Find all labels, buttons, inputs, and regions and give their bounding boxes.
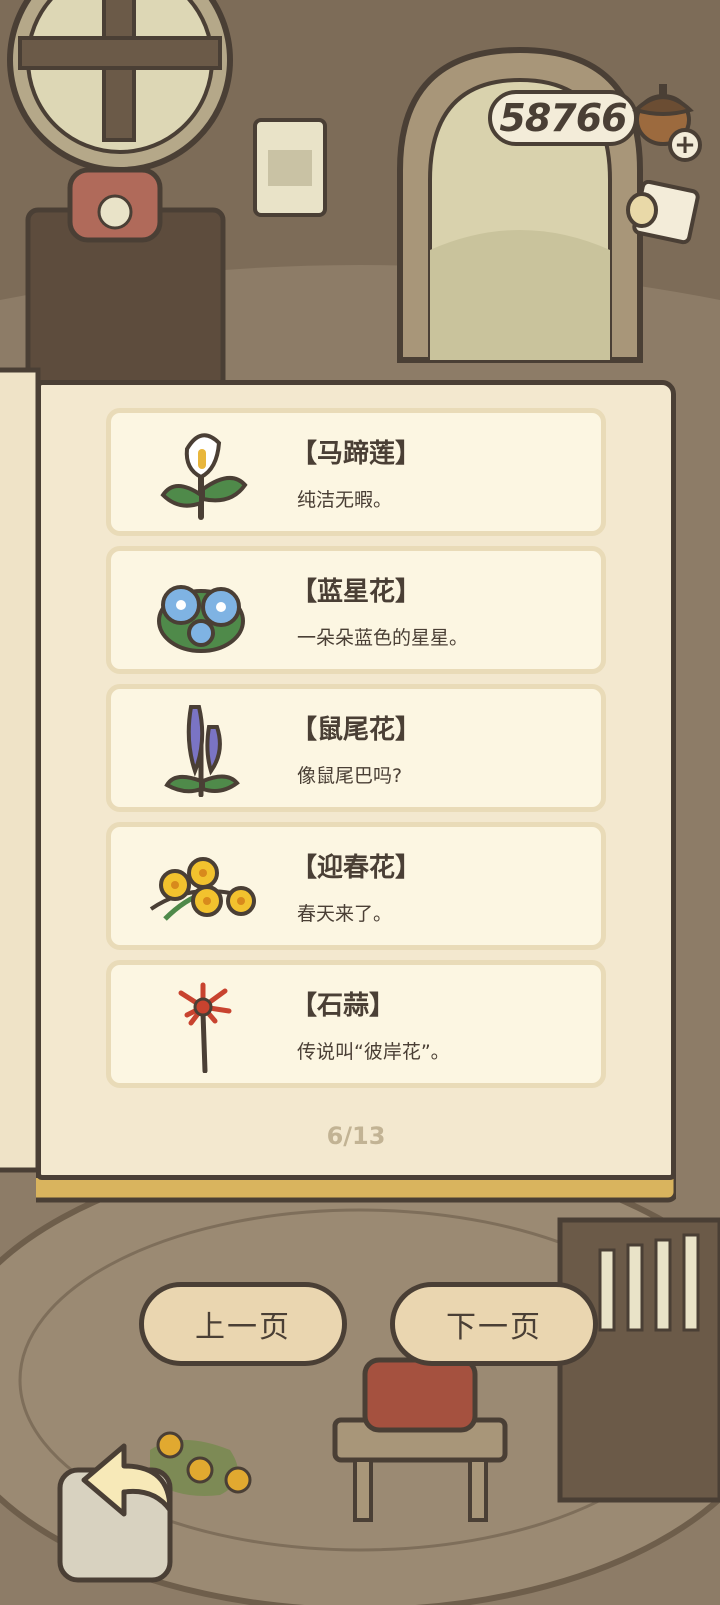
flower-name: 【石蒜】 — [291, 991, 396, 1021]
prev-page-button[interactable]: 上一页 — [139, 1282, 347, 1366]
blue-star-flower-icon — [157, 585, 245, 653]
flower-entry[interactable]: 【蓝星花】 一朵朵蓝色的星星。 — [106, 546, 606, 674]
page-indicator: 6/13 — [326, 1122, 386, 1150]
coin-value: 58766 — [499, 96, 627, 140]
calla-lily-icon — [160, 433, 248, 520]
flower-entry[interactable]: 【马蹄莲】 纯洁无暇。 — [106, 408, 606, 536]
coin-counter: 58766 — [488, 90, 638, 146]
flower-name: 【鼠尾花】 — [291, 715, 422, 745]
flower-description: 传说叫“彼岸花”。 — [297, 1041, 450, 1063]
flower-name: 【蓝星花】 — [291, 577, 422, 607]
flower-name: 【迎春花】 — [291, 853, 422, 883]
salvia-icon — [164, 705, 240, 797]
flower-entry[interactable]: 【鼠尾花】 像鼠尾巴吗? — [106, 684, 606, 812]
add-coins-button[interactable]: + — [668, 128, 702, 162]
flower-entry[interactable]: 【迎春花】 春天来了。 — [106, 822, 606, 950]
flower-description: 纯洁无暇。 — [297, 489, 393, 511]
flower-description: 春天来了。 — [297, 903, 393, 925]
plus-icon: + — [674, 130, 696, 160]
flower-name: 【马蹄莲】 — [291, 439, 422, 469]
tag-icon[interactable] — [622, 180, 702, 250]
red-spider-lily-icon — [178, 982, 232, 1073]
game-scene: 58766 + 【马蹄莲】 纯洁无暇。 【蓝星花】 一朵朵蓝色的星星。 【鼠尾花… — [0, 0, 720, 1605]
flower-entry[interactable]: 【石蒜】 传说叫“彼岸花”。 — [106, 960, 606, 1088]
next-page-button[interactable]: 下一页 — [390, 1282, 598, 1366]
winter-jasmine-icon — [149, 857, 256, 921]
back-arrow-icon[interactable] — [74, 1440, 178, 1530]
flower-description: 一朵朵蓝色的星星。 — [297, 627, 469, 649]
flower-description: 像鼠尾巴吗? — [297, 765, 403, 787]
flower-book: 【马蹄莲】 纯洁无暇。 【蓝星花】 一朵朵蓝色的星星。 【鼠尾花】 像鼠尾巴吗?… — [36, 380, 676, 1220]
